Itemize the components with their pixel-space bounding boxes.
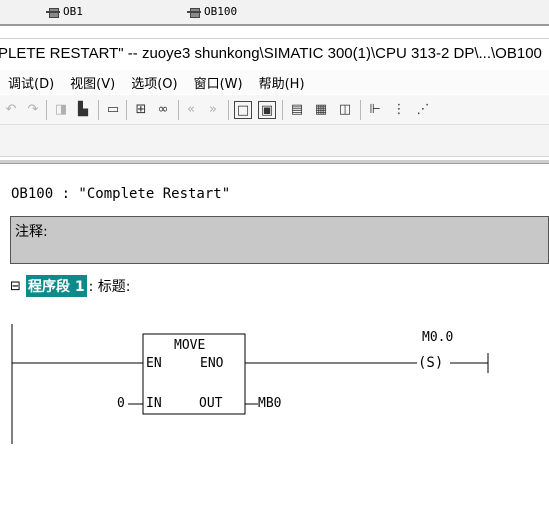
redo-icon[interactable]: ↷ (24, 101, 42, 119)
pin-out: OUT (199, 396, 223, 411)
block-ob1-label: OB1 (63, 5, 83, 18)
toolbar-separator (46, 100, 47, 120)
menu-help[interactable]: 帮助(H) (251, 73, 313, 92)
block-ob100-label: OB100 (204, 5, 238, 18)
out-operand[interactable]: MB0 (258, 396, 281, 411)
menu-bar: 调试(D) 视图(V) 选项(O) 窗口(W) 帮助(H) (0, 70, 549, 94)
pin-eno: ENO (200, 356, 224, 371)
glasses-icon[interactable]: ∞ (154, 101, 172, 119)
menu-debug[interactable]: 调试(D) (0, 73, 62, 92)
toolbar-separator (228, 100, 229, 120)
block-ob100[interactable]: OB100 (187, 5, 237, 18)
overview-icon[interactable]: ▦ (312, 101, 330, 119)
download-icon[interactable]: ▙ (74, 101, 92, 119)
undo-icon[interactable]: ↶ (2, 101, 20, 119)
coil-address[interactable]: M0.0 (422, 330, 453, 345)
menu-options[interactable]: 选项(O) (123, 73, 185, 92)
ladder-view-icon[interactable]: □ (234, 101, 252, 119)
block-title: OB100 : "Complete Restart" (11, 186, 231, 202)
move-box-name: MOVE (174, 338, 206, 353)
toolbar-area (0, 125, 549, 157)
fbd-view-icon[interactable]: ▤ (288, 101, 306, 119)
pin-in: IN (146, 396, 162, 411)
comment-label: 注释: (15, 224, 48, 240)
details-icon[interactable]: ◫ (336, 101, 354, 119)
toolbar-separator (178, 100, 179, 120)
insert-coil-icon[interactable]: ⋮ (390, 101, 408, 119)
toolbar: ↶ ↷ ◨ ▙ ▭ ⊞ ∞ « » □ ▣ ▤ ▦ ◫ ⊩ ⋮ ⋰ (0, 95, 549, 125)
monitor-icon[interactable]: ▭ (104, 101, 122, 119)
window-titlebar: PLETE RESTART" -- zuoye3 shunkong\SIMATI… (0, 38, 549, 70)
stl-view-icon[interactable]: ▣ (258, 101, 276, 119)
network-header: ⊟ 程序段 1 : 标题: (10, 275, 131, 297)
network-insert-icon[interactable]: ⊞ (132, 101, 150, 119)
pane-divider[interactable] (0, 160, 549, 164)
toolbar-separator (98, 100, 99, 120)
in-operand[interactable]: 0 (117, 396, 125, 411)
prev-icon[interactable]: « (182, 101, 200, 119)
window-title: PLETE RESTART" -- zuoye3 shunkong\SIMATI… (0, 45, 542, 62)
toolbar-separator (360, 100, 361, 120)
collapse-toggle-icon[interactable]: ⊟ (10, 279, 26, 294)
network-label[interactable]: 程序段 1 (26, 275, 87, 297)
network-title: : 标题: (88, 279, 131, 295)
open-blocks-strip: OB1 OB100 (0, 0, 549, 26)
set-coil[interactable]: (S) (418, 355, 443, 371)
menu-view[interactable]: 视图(V) (62, 73, 123, 92)
insert-contact-icon[interactable]: ⊩ (366, 101, 384, 119)
toolbar-separator (126, 100, 127, 120)
block-ob1[interactable]: OB1 (46, 5, 83, 18)
insert-branch-icon[interactable]: ⋰ (414, 101, 432, 119)
next-icon[interactable]: » (204, 101, 222, 119)
menu-window[interactable]: 窗口(W) (186, 73, 251, 92)
reference-icon[interactable]: ◨ (52, 101, 70, 119)
block-icon (187, 7, 201, 18)
toolbar-separator (282, 100, 283, 120)
block-icon (46, 7, 60, 18)
pin-en: EN (146, 356, 162, 371)
block-comment-box[interactable]: 注释: (10, 216, 549, 264)
